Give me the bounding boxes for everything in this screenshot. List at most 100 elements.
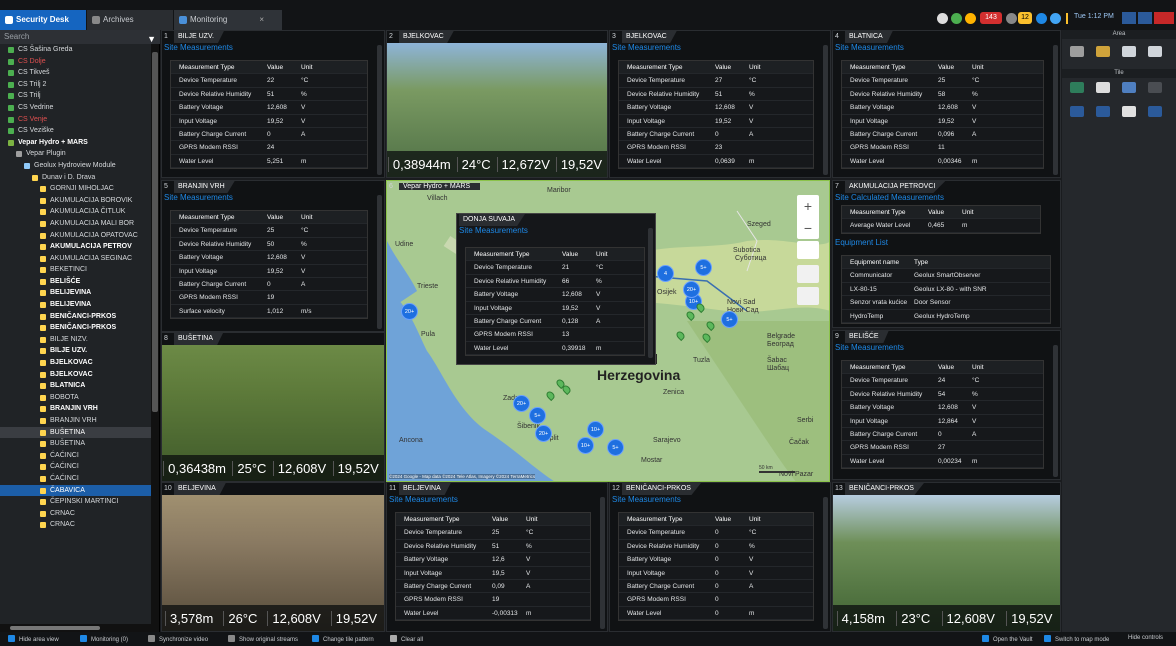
tile-9[interactable]: 9 BELIŠĆE Site Measurements Measurement Typ… [832, 330, 1061, 480]
popup-scrollbar[interactable] [648, 228, 653, 358]
table-scrollbar[interactable] [600, 497, 605, 629]
home-map-button[interactable] [797, 241, 819, 259]
map-cluster-pin[interactable]: 5+ [695, 259, 712, 276]
tile-tool-5-icon[interactable] [1070, 106, 1084, 117]
change-tile-pattern-button[interactable]: Change tile pattern [312, 635, 374, 643]
tree-item[interactable]: BRANJIN VRH [0, 403, 152, 415]
status-icon[interactable] [1050, 13, 1061, 24]
tree-item[interactable]: BEKETINCI [0, 264, 152, 276]
camera-video[interactable]: 3,578m 26°C 12,608V 19,52V [162, 495, 384, 631]
map-cluster-pin[interactable]: 20+ [401, 303, 418, 320]
tree-item[interactable]: AKUMULACIJA PETROV [0, 241, 152, 253]
map-settings-button[interactable] [797, 287, 819, 305]
volume-icon[interactable] [965, 13, 976, 24]
tree-item[interactable]: Dunav i D. Drava [0, 172, 152, 184]
tile-11[interactable]: 11 BELJEVINA Site Measurements Measurement … [386, 482, 608, 632]
tree-item[interactable]: BILJE NIZV. [0, 334, 152, 346]
table-scrollbar[interactable] [1053, 345, 1058, 477]
tile-13[interactable]: 13 BENIČANCI-PRKOS 4,158m 23°C 12,608V 19,52V [832, 482, 1061, 632]
area-tool-3-icon[interactable] [1122, 46, 1136, 57]
synchronize-video-button[interactable]: Synchronize video [148, 635, 208, 643]
zoom-out-button[interactable]: − [797, 217, 819, 239]
tile-12[interactable]: 12 BENIČANCI-PRKOS Site Measurements Measur… [609, 482, 831, 632]
tree-item[interactable]: ĆAĆINCI [0, 450, 152, 462]
area-tool-2-icon[interactable] [1096, 46, 1110, 57]
tab-security-desk[interactable]: Security Desk [0, 10, 86, 30]
map-cluster-pin[interactable]: 5+ [721, 311, 738, 328]
tile-tool-2-icon[interactable] [1096, 82, 1110, 93]
tile-1[interactable]: 1 BILJE UZV. Site Measurements Measurement … [161, 30, 385, 178]
hide-controls-button[interactable]: Hide controls [1128, 635, 1163, 641]
tree-item[interactable]: AKUMULACIJA OPATOVAC [0, 230, 152, 242]
tree-item[interactable]: ĆAĆINCI [0, 473, 152, 485]
tile-tool-4-icon[interactable] [1148, 82, 1162, 93]
tree-scrollbar[interactable] [151, 44, 159, 632]
tree-item[interactable]: ČABAVICA [0, 484, 152, 497]
map-cluster-pin[interactable]: 20+ [683, 281, 700, 298]
alarm-badge[interactable]: 143 [980, 12, 1002, 24]
map-cluster-pin[interactable]: 5+ [529, 407, 546, 424]
tree-h-scrollbar[interactable] [0, 624, 152, 632]
table-scrollbar[interactable] [823, 45, 828, 175]
tree-item[interactable]: CS Veziške [0, 125, 152, 137]
table-scrollbar[interactable] [1053, 45, 1058, 175]
map-cluster-pin[interactable]: 10+ [587, 421, 604, 438]
monitoring-button[interactable]: Monitoring (0) [80, 635, 128, 643]
zoom-in-button[interactable]: + [797, 195, 819, 217]
tree-item[interactable]: CS Trilj 2 [0, 79, 152, 91]
tile-tool-8-icon[interactable] [1148, 106, 1162, 117]
tile-4[interactable]: 4 BLATNICA Site Measurements Measurement Ty… [832, 30, 1061, 178]
tree-item[interactable]: BJELKOVAC [0, 357, 152, 369]
open-vault-button[interactable]: Open the Vault [982, 635, 1033, 643]
tree-item[interactable]: CS Dolje [0, 56, 152, 68]
maximize-button[interactable] [1138, 12, 1152, 24]
close-button[interactable] [1154, 12, 1174, 24]
area-tool-1-icon[interactable] [1070, 46, 1084, 57]
switch-map-mode-button[interactable]: Switch to map mode [1044, 635, 1109, 643]
table-scrollbar[interactable] [823, 497, 828, 629]
map-cluster-pin[interactable]: 4 [657, 265, 674, 282]
tree-item[interactable]: AKUMULACIJA ČITLUK [0, 206, 152, 218]
map-cluster-pin[interactable]: 10+ [577, 437, 594, 454]
tree-item[interactable]: BELIJEVINA [0, 299, 152, 311]
tree-item[interactable]: BILJE UZV. [0, 345, 152, 357]
gear-icon[interactable] [937, 13, 948, 24]
tree-item[interactable]: Vepar Hydro + MARS [0, 137, 152, 149]
tile-10[interactable]: 10 BELJEVINA 3,578m 26°C 12,608V 19,52V [161, 482, 385, 632]
network-icon[interactable] [1036, 13, 1047, 24]
search-input[interactable]: Search ▼ [0, 30, 160, 44]
tree-item[interactable]: CS Venje [0, 114, 152, 126]
tree-item[interactable]: BELIŠĆE [0, 276, 152, 288]
tree-item[interactable]: BENIČANCI-PRKOS [0, 311, 152, 323]
tree-item[interactable]: BRANJIN VRH [0, 415, 152, 427]
tree-item[interactable]: Geolux Hydroview Module [0, 160, 152, 172]
tile-tool-7-icon[interactable] [1122, 106, 1136, 117]
tab-archives[interactable]: Archives [87, 10, 173, 30]
show-original-streams-button[interactable]: Show original streams [228, 635, 298, 643]
events-icon[interactable] [1006, 13, 1017, 24]
tile-7[interactable]: 7 AKUMULACIJA PETROVCI Site Calculated Mea… [832, 180, 1061, 328]
map-cluster-pin[interactable]: 5+ [607, 439, 624, 456]
hide-area-view-button[interactable]: Hide area view [8, 635, 59, 643]
tile-5[interactable]: 5 BRANJIN VRH Site Measurements Measurement… [161, 180, 385, 332]
tree-item[interactable]: BOBOTA [0, 392, 152, 404]
tree-item[interactable]: BUŠETINA [0, 438, 152, 450]
tree-item[interactable]: GORNJI MIHOLJAC [0, 183, 152, 195]
table-scrollbar[interactable] [377, 195, 382, 329]
tree-item[interactable]: CS Trilj [0, 90, 152, 102]
tile-tool-3-icon[interactable] [1122, 82, 1136, 93]
tree-item[interactable]: Vepar Plugin [0, 148, 152, 160]
map-cluster-pin[interactable]: 20+ [513, 395, 530, 412]
tree-item[interactable]: BUŠETINA [0, 426, 152, 439]
clear-all-button[interactable]: Clear all [390, 635, 423, 643]
tile-3[interactable]: 3 BJELKOVAC Site Measurements Measurement T… [609, 30, 831, 178]
tree-item[interactable]: AKUMULACIJA SEGINAC [0, 253, 152, 265]
tab-monitoring[interactable]: Monitoring × [174, 10, 282, 30]
tree-item[interactable]: CRNAC [0, 519, 152, 531]
map-cluster-pin[interactable]: 20+ [535, 425, 552, 442]
tree-item[interactable]: CRNAC [0, 508, 152, 520]
tree-item[interactable]: BELIJEVINA [0, 287, 152, 299]
tray-app-icon[interactable] [951, 13, 962, 24]
tree-item[interactable]: BLATNICA [0, 380, 152, 392]
tree-item[interactable]: BJELKOVAC [0, 369, 152, 381]
